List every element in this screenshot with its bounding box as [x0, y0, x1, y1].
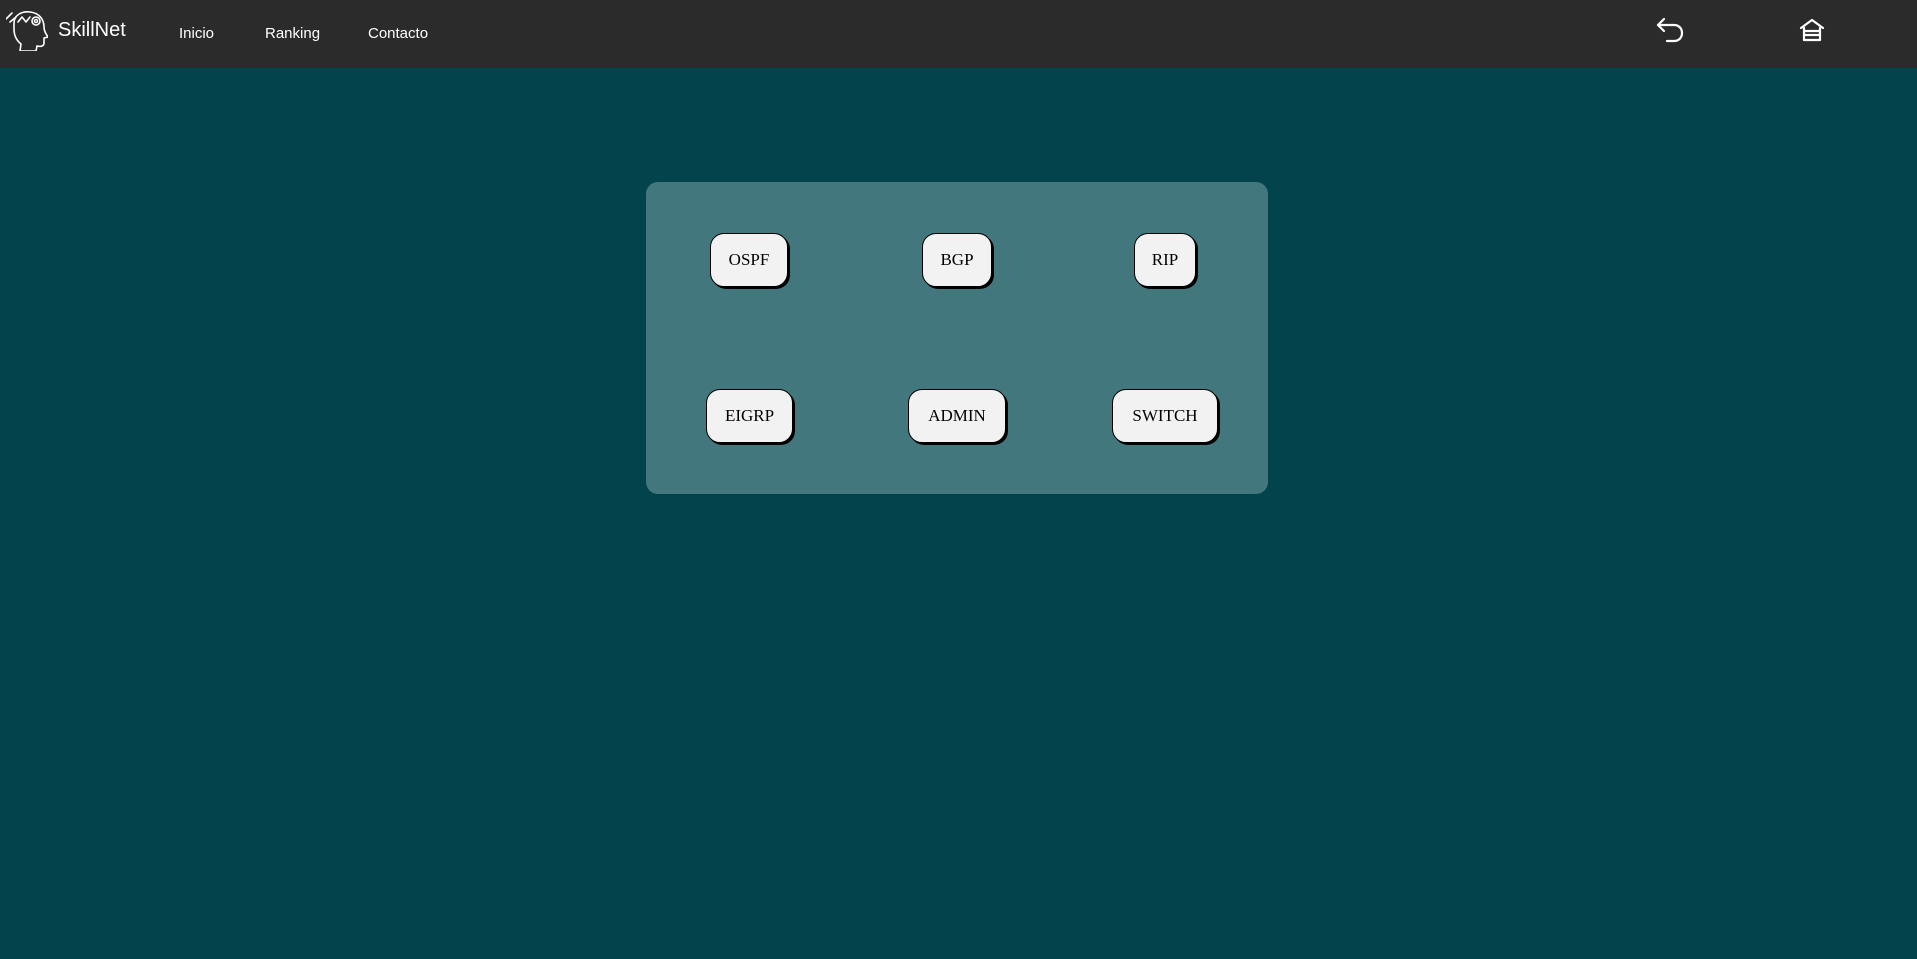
ospf-button[interactable]: OSPF: [710, 233, 788, 287]
topics-panel: OSPF BGP RIP EIGRP ADMIN SWITCH: [646, 182, 1268, 494]
admin-button[interactable]: ADMIN: [908, 389, 1006, 443]
brand-link[interactable]: SkillNet: [6, 9, 126, 51]
nav-link-ranking[interactable]: Ranking: [265, 25, 320, 43]
eigrp-button[interactable]: EIGRP: [706, 389, 793, 443]
switch-button[interactable]: SWITCH: [1112, 389, 1218, 443]
brand-name: SkillNet: [58, 19, 126, 41]
navbar: SkillNet Inicio Ranking Contacto: [0, 0, 1917, 68]
home-icon[interactable]: [1798, 17, 1826, 43]
nav-link-inicio[interactable]: Inicio: [179, 25, 214, 43]
head-with-gears-icon: [6, 11, 48, 51]
rip-button[interactable]: RIP: [1134, 233, 1196, 287]
return-arrow-icon[interactable]: [1655, 16, 1685, 44]
bgp-button[interactable]: BGP: [922, 233, 992, 287]
nav-link-contacto[interactable]: Contacto: [368, 25, 428, 43]
